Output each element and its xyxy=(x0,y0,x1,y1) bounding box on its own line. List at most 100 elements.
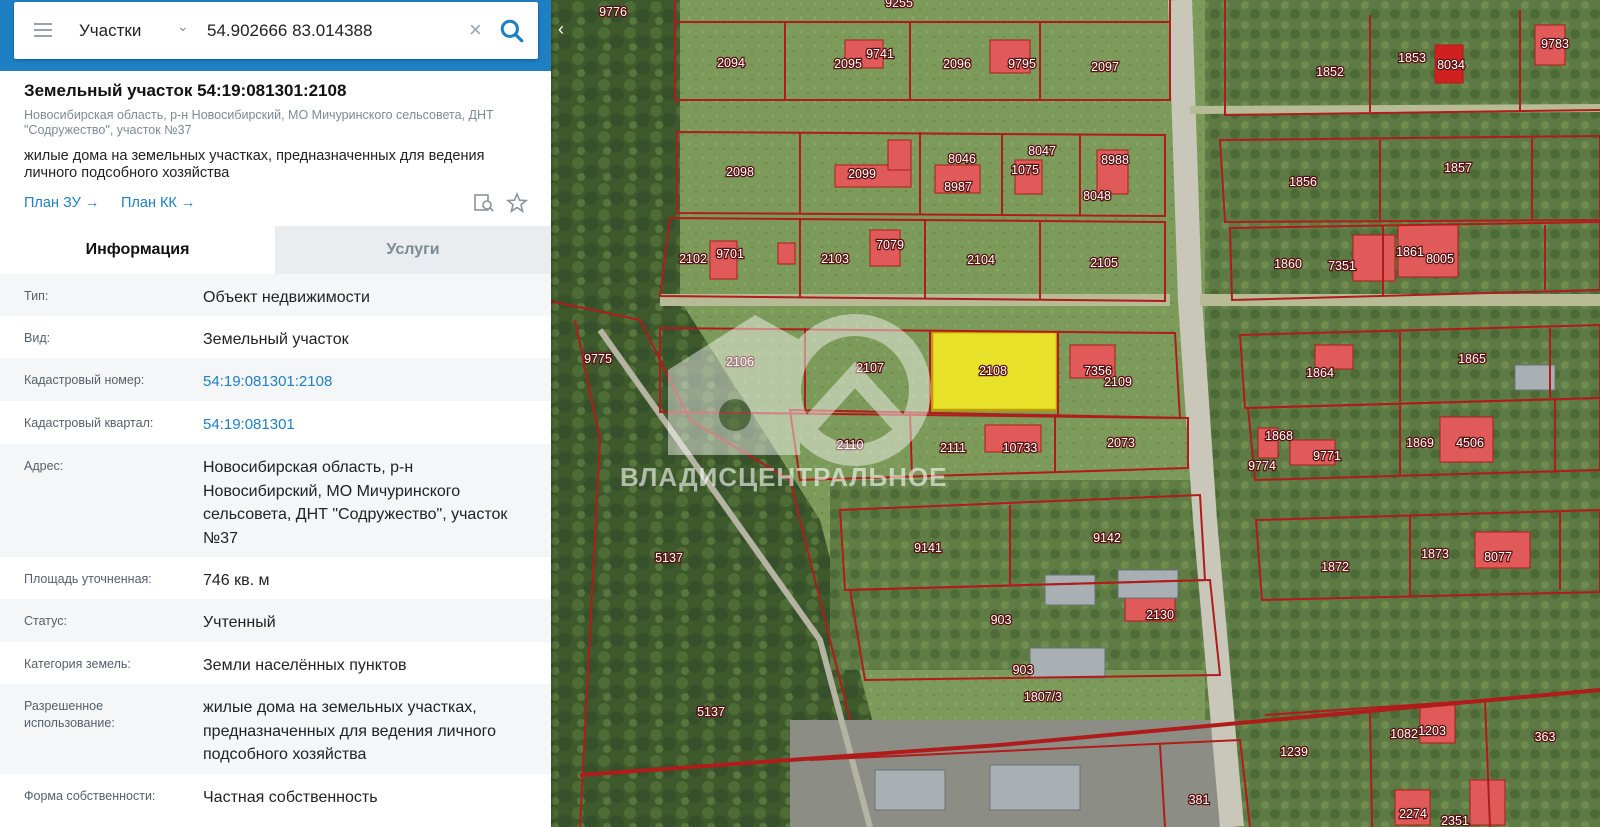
search-input[interactable]: 54.902666 83.014388 xyxy=(207,21,372,41)
search-bar: Участки ⌄ 54.902666 83.014388 × xyxy=(0,0,551,71)
parcel-number: 9775 xyxy=(584,352,612,366)
parcel-number: 9142 xyxy=(1093,531,1121,545)
parcel-number: 1872 xyxy=(1321,560,1349,574)
info-row-cadastral-quarter: Кадастровый квартал: 54:19:081301 xyxy=(0,401,551,444)
info-label: Площадь уточненная: xyxy=(24,572,152,586)
parcel-number: 1865 xyxy=(1458,352,1486,366)
parcel-number: 2098 xyxy=(726,165,754,179)
info-row-type: Тип: Объект недвижимости xyxy=(0,274,551,316)
info-row-permitted-use: Разрешенное использование: жилые дома на… xyxy=(0,684,551,774)
parcel-number: 2130 xyxy=(1146,608,1174,622)
parcel-number: 1873 xyxy=(1421,547,1449,561)
info-row-status: Статус: Учтенный xyxy=(0,599,551,642)
parcel-number: 8034 xyxy=(1437,58,1465,72)
parcel-number: 2099 xyxy=(848,167,876,181)
parcel-number: 2095 xyxy=(834,57,862,71)
info-value: Объект недвижимости xyxy=(203,289,370,306)
parcel-number: 2097 xyxy=(1091,60,1119,74)
info-row-ownership: Форма собственности: Частная собственнос… xyxy=(0,774,551,820)
parcel-number: 903 xyxy=(1013,663,1034,677)
parcel-number: 2096 xyxy=(943,57,971,71)
parcel-number: 10733 xyxy=(1003,441,1038,455)
parcel-number: 363 xyxy=(1535,730,1556,744)
parcel-number: 7079 xyxy=(876,238,904,252)
parcel-number: 1856 xyxy=(1289,175,1317,189)
parcel-number: 9141 xyxy=(914,541,942,555)
plan-zu-link[interactable]: План ЗУ → xyxy=(24,195,99,211)
info-value: Новосибирская область, р-н Новосибирский… xyxy=(203,459,508,547)
star-icon[interactable] xyxy=(506,192,528,214)
info-label: Тип: xyxy=(24,289,49,303)
parcel-number: 8046 xyxy=(948,152,976,166)
chevron-down-icon[interactable]: ⌄ xyxy=(177,18,189,35)
info-row-cadastral-number: Кадастровый номер: 54:19:081301:2108 xyxy=(0,358,551,401)
info-row-area: Площадь уточненная: 746 кв. м xyxy=(0,557,551,599)
info-table: Тип: Объект недвижимости Вид: Земельный … xyxy=(0,274,551,820)
info-label: Статус: xyxy=(24,614,67,628)
info-panel: Участки ⌄ 54.902666 83.014388 × Земельны… xyxy=(0,0,551,827)
parcel-number: 8005 xyxy=(1426,252,1454,266)
info-label: Кадастровый номер: xyxy=(24,373,145,387)
parcel-number: 1075 xyxy=(1011,163,1039,177)
object-usage: жилые дома на земельных участках, предна… xyxy=(24,148,485,181)
layer-select-value[interactable]: Участки xyxy=(79,21,141,41)
info-label: Кадастровый квартал: xyxy=(24,416,154,430)
parcel-number: 9741 xyxy=(866,47,894,61)
parcel-number: 9255 xyxy=(885,0,913,10)
parcel-number: 2073 xyxy=(1107,436,1135,450)
parcel-number: 8047 xyxy=(1028,144,1056,158)
parcel-number: 903 xyxy=(991,613,1012,627)
parcel-number: 2108 xyxy=(979,364,1007,378)
cadastral-number-link[interactable]: 54:19:081301:2108 xyxy=(203,370,533,394)
tab-services[interactable]: Услуги xyxy=(275,226,551,274)
parcel-number: 9783 xyxy=(1541,37,1569,51)
parcel-number: 1860 xyxy=(1274,257,1302,271)
parcel-number: 2111 xyxy=(940,441,966,455)
info-row-land-category: Категория земель: Земли населённых пункт… xyxy=(0,642,551,684)
parcel-number: 1864 xyxy=(1306,366,1334,380)
clear-icon[interactable]: × xyxy=(469,17,482,43)
parcel-number: 1868 xyxy=(1265,429,1293,443)
parcel-number: 5137 xyxy=(697,705,725,719)
parcel-number: 9701 xyxy=(716,247,744,261)
info-label: Форма собственности: xyxy=(24,789,156,803)
parcel-number: 2109 xyxy=(1104,375,1132,389)
parcel-number: 7351 xyxy=(1328,259,1356,273)
info-label: Разрешенное использование: xyxy=(24,699,115,730)
parcel-number: 2102 xyxy=(679,252,707,266)
plan-kk-link[interactable]: План КК → xyxy=(121,195,195,211)
parcel-number: 2105 xyxy=(1090,256,1118,270)
info-row-kind: Вид: Земельный участок xyxy=(0,316,551,358)
info-label: Адрес: xyxy=(24,459,64,473)
parcel-number: 1869 xyxy=(1406,436,1434,450)
parcel-number: 2351 xyxy=(1441,814,1469,827)
cadastral-quarter-link[interactable]: 54:19:081301 xyxy=(203,413,533,437)
parcel-number: 2094 xyxy=(717,56,745,70)
info-value: жилые дома на земельных участках, предна… xyxy=(203,699,497,763)
parcel-number: 8988 xyxy=(1101,153,1129,167)
info-value: Частная собственность xyxy=(203,789,378,806)
tab-info[interactable]: Информация xyxy=(0,226,275,274)
collapse-panel-chevron-icon[interactable]: ‹ xyxy=(552,14,570,44)
parcel-number: 1239 xyxy=(1280,745,1308,759)
info-label: Категория земель: xyxy=(24,657,131,671)
parcel-number: 1853 xyxy=(1398,51,1426,65)
parcel-number: 2274 xyxy=(1399,807,1427,821)
info-row-address: Адрес: Новосибирская область, р-н Новоси… xyxy=(0,444,551,557)
menu-icon[interactable] xyxy=(34,23,52,37)
parcel-number: 1852 xyxy=(1316,65,1344,79)
parcel-number: 1203 xyxy=(1418,724,1446,738)
parcel-number: 4506 xyxy=(1456,436,1484,450)
parcel-number: 1082 xyxy=(1390,727,1418,741)
parcel-number: 5137 xyxy=(655,551,683,565)
info-value: Учтенный xyxy=(203,614,276,631)
parcel-number: 9774 xyxy=(1248,459,1276,473)
parcel-number: 381 xyxy=(1189,793,1210,807)
search-on-map-icon[interactable] xyxy=(473,192,495,214)
search-icon[interactable] xyxy=(499,18,525,44)
parcel-number: 8077 xyxy=(1484,550,1512,564)
info-label: Вид: xyxy=(24,331,51,345)
object-title: Земельный участок 54:19:081301:2108 xyxy=(24,81,347,100)
parcel-number: 1857 xyxy=(1444,161,1472,175)
parcel-number: 9771 xyxy=(1313,449,1341,463)
